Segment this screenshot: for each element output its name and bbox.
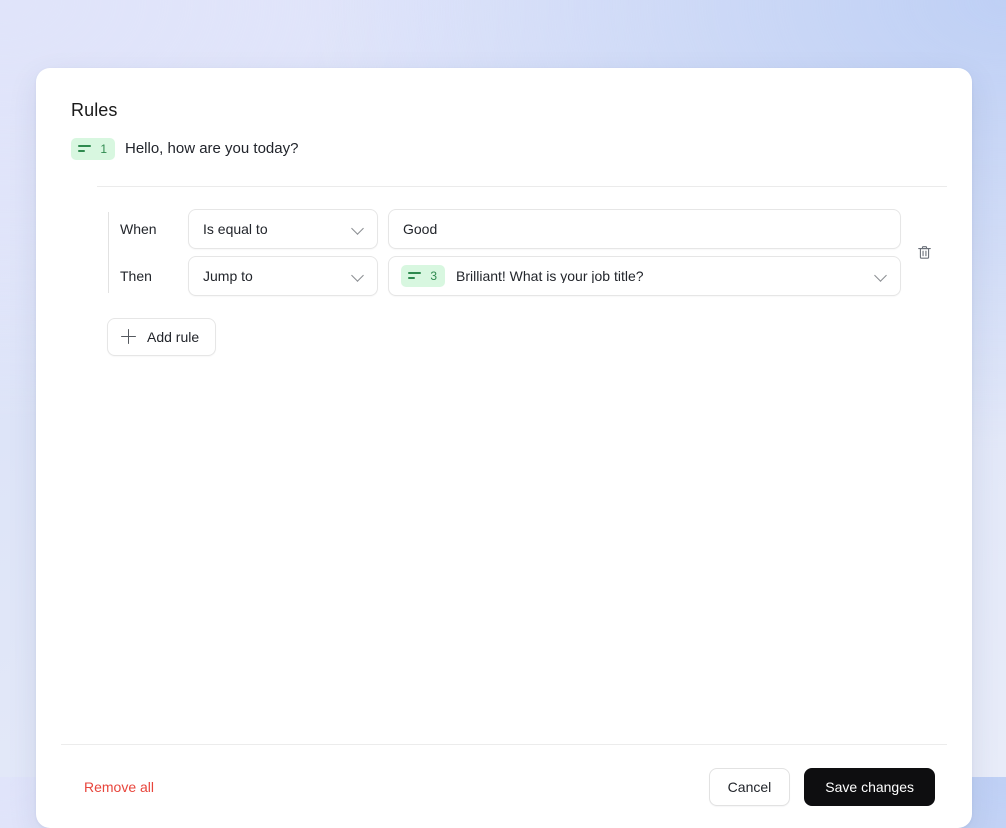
jump-target-badge: 3 bbox=[401, 264, 445, 287]
rule-then-row: Then Jump to 3 Brilliant! What is your j… bbox=[120, 255, 901, 296]
save-changes-button[interactable]: Save changes bbox=[804, 767, 935, 806]
question-badge: 1 bbox=[71, 137, 115, 160]
action-select-value: Jump to bbox=[203, 267, 253, 284]
condition-select-value: Is equal to bbox=[203, 220, 268, 237]
dialog-footer: Remove all Cancel Save changes bbox=[61, 745, 947, 828]
jump-target-number: 3 bbox=[430, 268, 437, 283]
chevron-down-icon bbox=[875, 269, 888, 282]
question-text: Hello, how are you today? bbox=[125, 139, 299, 157]
condition-value-input[interactable] bbox=[403, 220, 886, 237]
page-title: Rules bbox=[71, 100, 118, 120]
cancel-button[interactable]: Cancel bbox=[708, 767, 791, 806]
chevron-down-icon bbox=[352, 269, 365, 282]
jump-target-text: Brilliant! What is your job title? bbox=[456, 268, 644, 283]
short-text-icon bbox=[78, 144, 91, 154]
then-label: Then bbox=[120, 267, 152, 284]
trash-icon bbox=[917, 245, 931, 259]
condition-select[interactable]: Is equal to bbox=[188, 208, 378, 249]
add-rule-label: Add rule bbox=[147, 328, 200, 345]
source-question: 1 Hello, how are you today? bbox=[71, 137, 947, 186]
add-rule-button[interactable]: Add rule bbox=[107, 317, 217, 356]
when-label: When bbox=[120, 220, 157, 237]
question-number: 1 bbox=[100, 141, 107, 156]
chevron-down-icon bbox=[352, 222, 365, 235]
rules-dialog: Rules 1 Hello, how are you today? When I… bbox=[36, 68, 972, 828]
action-select[interactable]: Jump to bbox=[188, 255, 378, 296]
dialog-header: Rules 1 Hello, how are you today? bbox=[36, 68, 972, 186]
jump-target-select[interactable]: 3 Brilliant! What is your job title? bbox=[388, 255, 901, 296]
short-text-icon bbox=[408, 271, 421, 281]
rule-item: When Is equal to Then Jump to bbox=[71, 208, 947, 296]
rules-body: When Is equal to Then Jump to bbox=[36, 187, 972, 356]
plus-icon bbox=[121, 329, 136, 345]
condition-value-field[interactable] bbox=[388, 208, 901, 249]
rule-when-row: When Is equal to bbox=[120, 208, 901, 249]
delete-rule-button[interactable] bbox=[910, 238, 938, 266]
